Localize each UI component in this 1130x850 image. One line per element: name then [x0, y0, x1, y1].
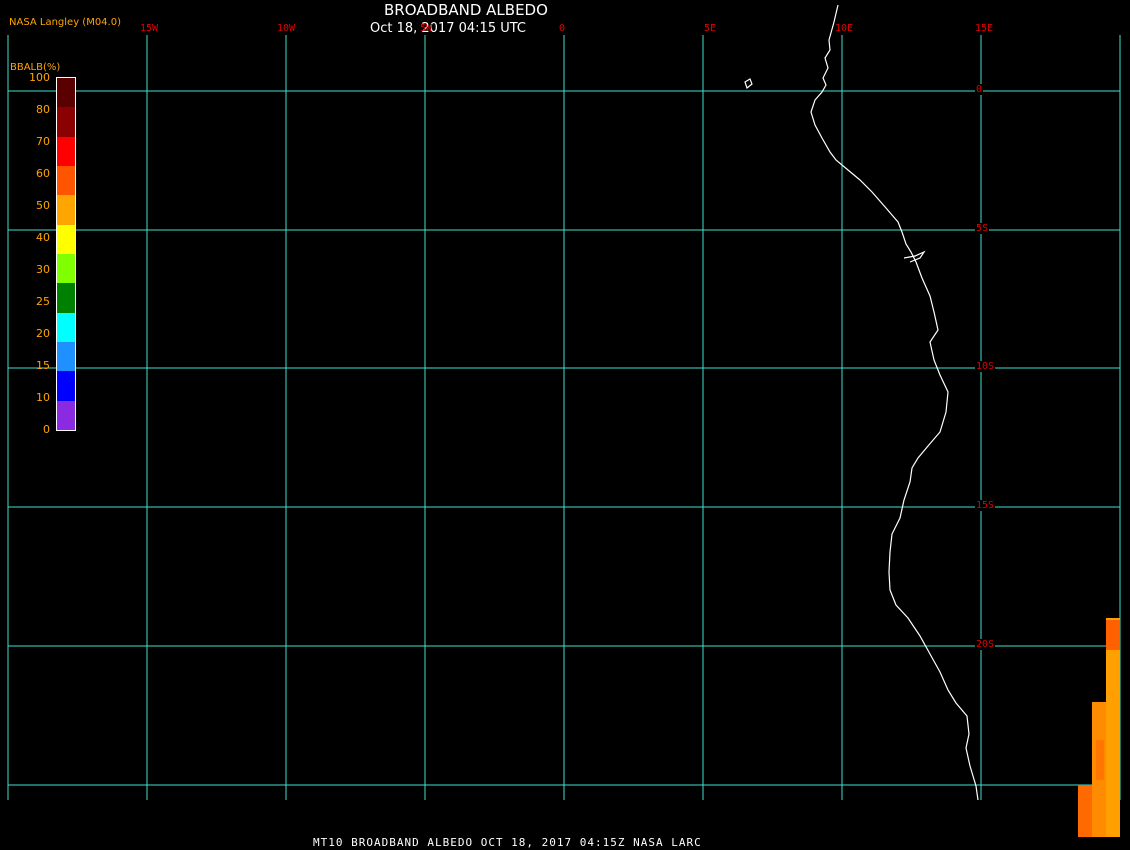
- footer-caption: MT10 BROADBAND ALBEDO OCT 18, 2017 04:15…: [313, 836, 702, 849]
- lon-label: 15E: [975, 23, 994, 34]
- lon-label: 0: [559, 23, 566, 34]
- legend-swatch: [57, 283, 75, 313]
- legend-tick-label: 30: [36, 263, 50, 276]
- lon-label: 5W: [420, 23, 433, 34]
- legend-swatch: [57, 253, 75, 284]
- legend-tick-label: 25: [36, 295, 50, 308]
- legend-tick-label: 70: [36, 135, 50, 148]
- map-timestamp: Oct 18, 2017 04:15 UTC: [370, 21, 526, 36]
- legend-swatch: [57, 224, 75, 254]
- legend-tick-label: 60: [36, 167, 50, 180]
- legend-swatch: [57, 312, 75, 342]
- lon-label: 5E: [704, 23, 717, 34]
- legend-swatch: [57, 136, 75, 166]
- lat-label: 5S: [975, 223, 990, 234]
- legend-swatch: [57, 400, 75, 430]
- lat-label: 15S: [975, 500, 996, 511]
- lon-label: 10W: [277, 23, 296, 34]
- lon-label: 15W: [140, 23, 159, 34]
- legend-swatch: [57, 165, 75, 196]
- legend-tick-label: 100: [29, 71, 50, 84]
- legend-tick-label: 50: [36, 199, 50, 212]
- legend-swatch: [57, 341, 75, 372]
- island-outline: [744, 78, 753, 90]
- coastline: [810, 4, 979, 801]
- legend-tick-label: 15: [36, 359, 50, 372]
- legend-tick-label: 20: [36, 327, 50, 340]
- color-legend: [56, 77, 76, 431]
- legend-swatch: [57, 107, 75, 137]
- lat-label: 10S: [975, 361, 996, 372]
- graticule: [7, 35, 1121, 800]
- lat-label: 20S: [975, 639, 996, 650]
- credit-label: NASA Langley (M04.0): [9, 17, 121, 28]
- legend-tick-label: 40: [36, 231, 50, 244]
- legend-tick-label: 0: [43, 423, 50, 436]
- legend-swatch: [57, 78, 75, 108]
- lat-label: 0: [975, 84, 984, 95]
- legend-swatch: [57, 371, 75, 401]
- legend-swatch: [57, 195, 75, 225]
- legend-tick-label: 10: [36, 391, 50, 404]
- albedo-data-swath: [1078, 618, 1120, 837]
- map-title: BROADBAND ALBEDO: [384, 1, 548, 19]
- map-canvas: [7, 4, 1121, 837]
- legend-tick-label: 80: [36, 103, 50, 116]
- lon-label: 10E: [835, 23, 854, 34]
